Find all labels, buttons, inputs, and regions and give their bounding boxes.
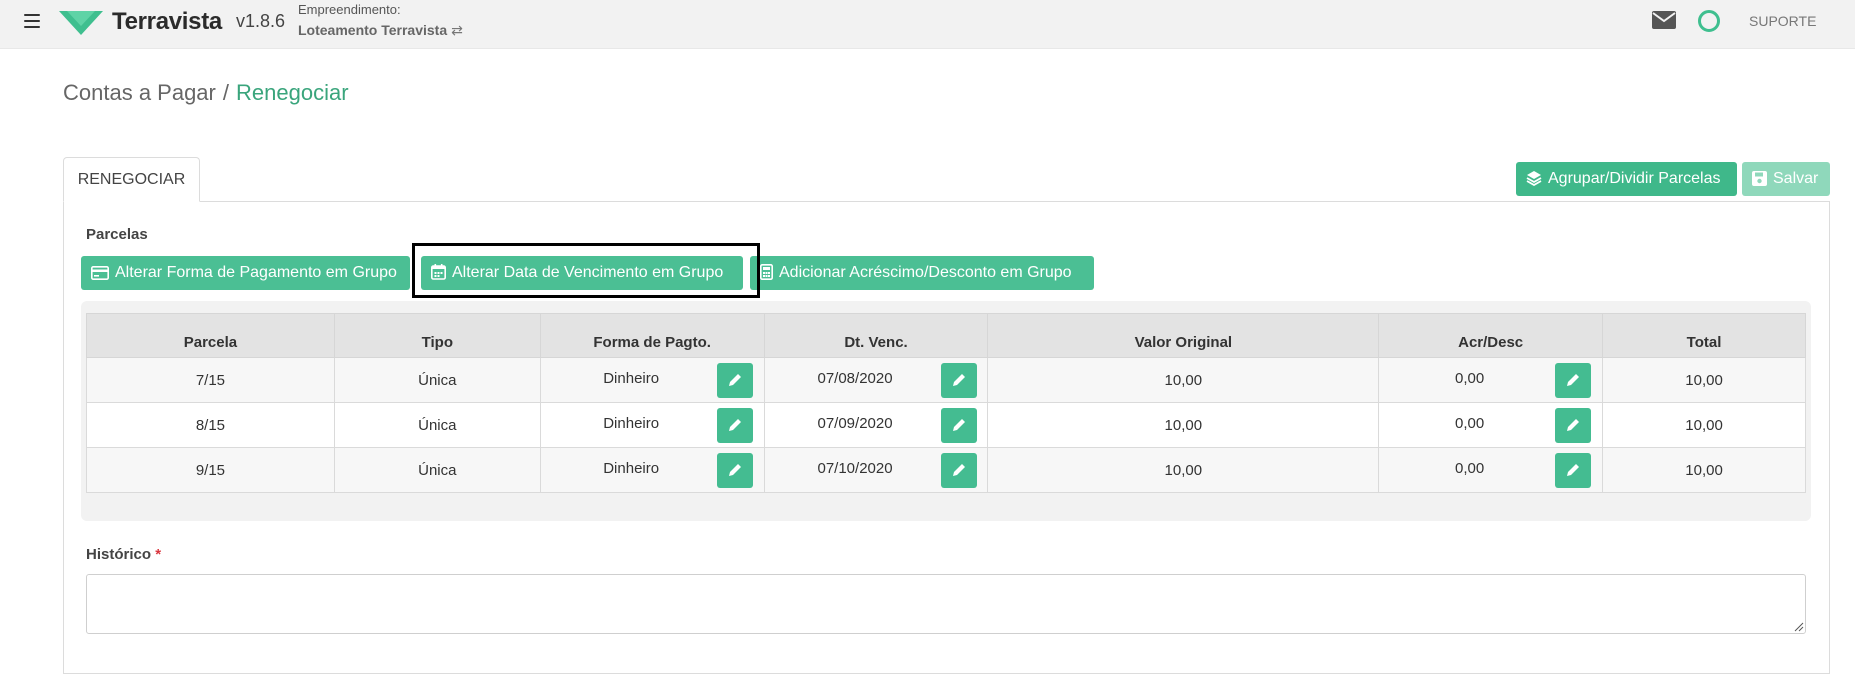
acr-value: 0,00 (1455, 369, 1485, 387)
cell-forma: Dinheiro (539, 447, 765, 493)
status-ring-icon[interactable] (1698, 10, 1720, 32)
table-row: 8/15 Única Dinheiro 07/09/2020 10,00 0,0… (86, 402, 1806, 448)
cell-total: 10,00 (1602, 357, 1806, 403)
forma-value: Dinheiro (603, 369, 660, 387)
header-forma-pagto: Forma de Pagto. (539, 313, 765, 358)
empreendimento-selector[interactable]: Loteamento Terravista ⇄ (298, 22, 463, 39)
alterar-forma-pagamento-button[interactable]: Alterar Forma de Pagamento em Grupo (81, 256, 410, 290)
edit-forma-button[interactable] (716, 363, 753, 398)
calculator-icon (760, 264, 773, 280)
edit-forma-button[interactable] (716, 408, 753, 443)
venc-value: 07/08/2020 (817, 369, 893, 387)
cell-tipo: Única (333, 402, 541, 448)
table-header-row: Parcela Tipo Forma de Pagto. Dt. Venc. V… (86, 313, 1806, 358)
cell-total: 10,00 (1602, 402, 1806, 448)
empreendimento-label: Empreendimento: (298, 2, 401, 17)
edit-venc-button[interactable] (940, 453, 977, 488)
historico-label: Histórico * (86, 546, 161, 563)
resize-handle-icon[interactable] (1794, 622, 1804, 632)
historico-label-text: Histórico (86, 546, 152, 563)
parcelas-label: Parcelas (86, 226, 148, 243)
calendar-icon (431, 264, 446, 280)
alterar-forma-label: Alterar Forma de Pagamento em Grupo (115, 264, 397, 281)
pencil-icon (728, 464, 741, 476)
empreendimento-name: Loteamento Terravista (298, 22, 448, 38)
edit-acr-button[interactable] (1555, 408, 1592, 443)
mail-icon[interactable] (1652, 11, 1676, 29)
acr-value: 0,00 (1455, 414, 1485, 432)
support-link[interactable]: SUPORTE (1749, 13, 1816, 29)
cell-forma: Dinheiro (539, 357, 765, 403)
table-row: 7/15 Única Dinheiro 07/08/2020 10,00 0,0… (86, 357, 1806, 403)
cell-valor: 10,00 (987, 447, 1380, 493)
cell-tipo: Única (333, 357, 541, 403)
save-label: Salvar (1773, 170, 1819, 187)
layers-icon (1526, 171, 1542, 187)
cell-total: 10,00 (1602, 447, 1806, 493)
agrupar-dividir-label: Agrupar/Dividir Parcelas (1548, 170, 1721, 187)
credit-card-icon (91, 266, 109, 280)
edit-venc-button[interactable] (940, 363, 977, 398)
pencil-icon (1567, 374, 1580, 386)
header-total: Total (1602, 313, 1806, 358)
edit-venc-button[interactable] (940, 408, 977, 443)
swap-icon: ⇄ (451, 22, 463, 38)
header-valor-original: Valor Original (987, 313, 1380, 358)
breadcrumb: Contas a Pagar / Renegociar (63, 80, 349, 106)
breadcrumb-parent[interactable]: Contas a Pagar (63, 80, 216, 105)
header-parcela: Parcela (86, 313, 335, 358)
cell-valor: 10,00 (987, 357, 1380, 403)
adicionar-acrescimo-label: Adicionar Acréscimo/Desconto em Grupo (779, 264, 1072, 281)
venc-value: 07/09/2020 (817, 414, 893, 432)
cell-venc: 07/08/2020 (763, 357, 989, 403)
cell-valor: 10,00 (987, 402, 1380, 448)
cell-acr: 0,00 (1378, 357, 1604, 403)
forma-value: Dinheiro (603, 414, 660, 432)
pencil-icon (952, 419, 965, 431)
cell-tipo: Única (333, 447, 541, 493)
cell-acr: 0,00 (1378, 447, 1604, 493)
menu-icon[interactable] (24, 14, 40, 28)
cell-parcela: 8/15 (86, 402, 335, 448)
cell-venc: 07/10/2020 (763, 447, 989, 493)
header-tipo: Tipo (333, 313, 541, 358)
tab-renegociar[interactable]: RENEGOCIAR (63, 157, 200, 202)
pencil-icon (952, 374, 965, 386)
parcelas-table: Parcela Tipo Forma de Pagto. Dt. Venc. V… (86, 313, 1806, 493)
cell-venc: 07/09/2020 (763, 402, 989, 448)
cell-parcela: 7/15 (86, 357, 335, 403)
breadcrumb-separator: / (222, 80, 229, 105)
acr-value: 0,00 (1455, 459, 1485, 477)
cell-forma: Dinheiro (539, 402, 765, 448)
pencil-icon (1567, 464, 1580, 476)
adicionar-acrescimo-desconto-button[interactable]: Adicionar Acréscimo/Desconto em Grupo (750, 256, 1094, 290)
alterar-data-vencimento-button[interactable]: Alterar Data de Vencimento em Grupo (421, 256, 743, 290)
cell-parcela: 9/15 (86, 447, 335, 493)
cell-acr: 0,00 (1378, 402, 1604, 448)
top-bar: Terravista v1.8.6 Empreendimento: Loteam… (0, 0, 1855, 49)
pencil-icon (728, 374, 741, 386)
edit-forma-button[interactable] (716, 453, 753, 488)
historico-textarea[interactable] (86, 574, 1806, 634)
table-row: 9/15 Única Dinheiro 07/10/2020 10,00 0,0… (86, 447, 1806, 493)
save-icon (1752, 171, 1767, 186)
header-acr-desc: Acr/Desc (1378, 313, 1604, 358)
agrupar-dividir-button[interactable]: Agrupar/Dividir Parcelas (1516, 162, 1737, 196)
header-dt-venc: Dt. Venc. (763, 313, 989, 358)
pencil-icon (1567, 419, 1580, 431)
edit-acr-button[interactable] (1555, 453, 1592, 488)
required-marker: * (155, 546, 162, 563)
breadcrumb-current[interactable]: Renegociar (236, 80, 349, 105)
save-button[interactable]: Salvar (1742, 162, 1830, 196)
brand-name: Terravista (112, 8, 222, 35)
edit-acr-button[interactable] (1555, 363, 1592, 398)
venc-value: 07/10/2020 (817, 459, 893, 477)
pencil-icon (952, 464, 965, 476)
pencil-icon (728, 419, 741, 431)
forma-value: Dinheiro (603, 459, 660, 477)
logo-icon (59, 11, 103, 35)
app-version: v1.8.6 (236, 11, 286, 31)
alterar-data-label: Alterar Data de Vencimento em Grupo (452, 264, 724, 281)
